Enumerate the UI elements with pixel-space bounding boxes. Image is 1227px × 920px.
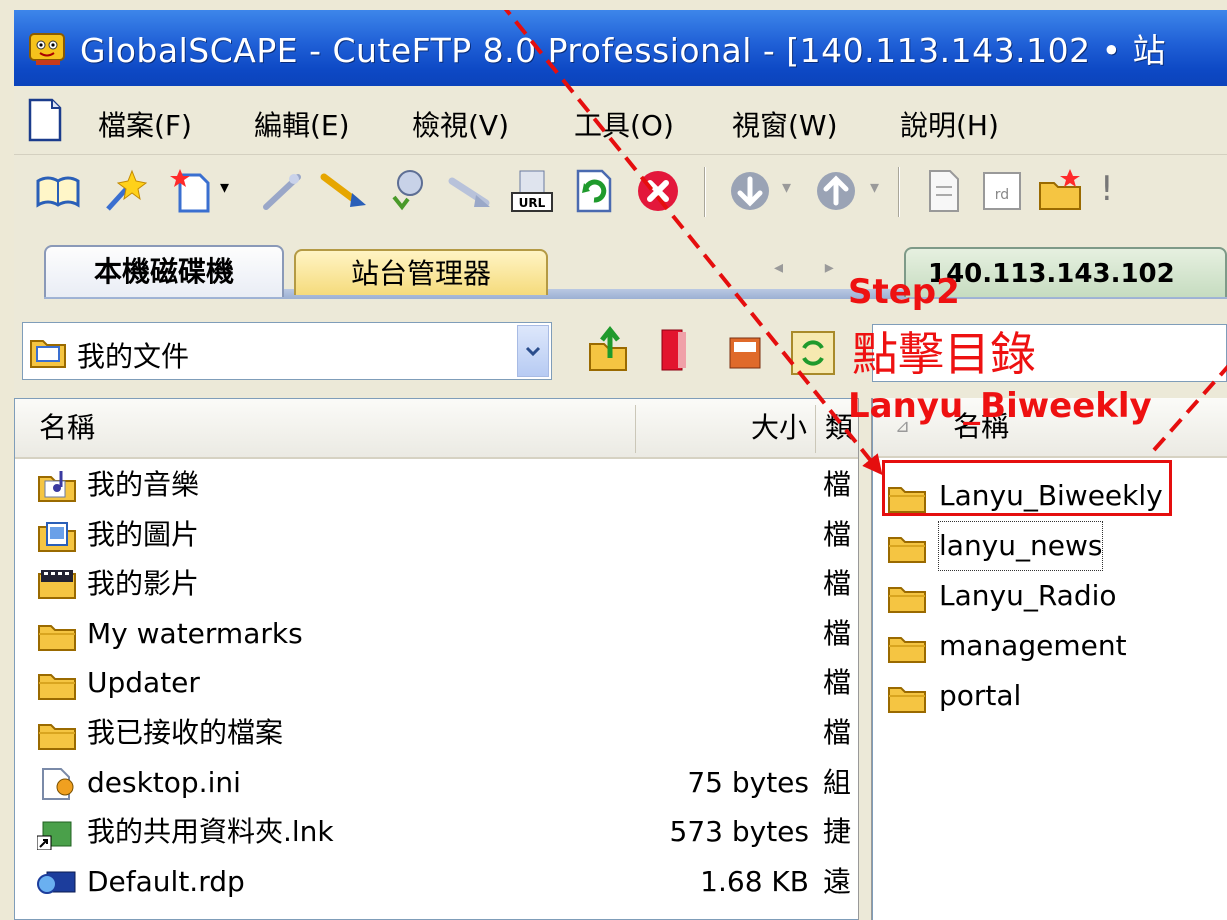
- annotation-arrow-from-step1: [503, 10, 883, 476]
- annotation-arrow-to-next-step: [1152, 364, 1227, 452]
- cuteftp-window: GlobalSCAPE - CuteFTP 8.0 Professional -…: [14, 10, 1227, 920]
- annotation-step-label: Step2: [848, 272, 960, 312]
- annotation-target-label: Lanyu_Biweekly: [848, 386, 1152, 426]
- target-highlight-box: [882, 460, 1172, 516]
- annotation-instruction: 點擊目錄: [852, 327, 1036, 381]
